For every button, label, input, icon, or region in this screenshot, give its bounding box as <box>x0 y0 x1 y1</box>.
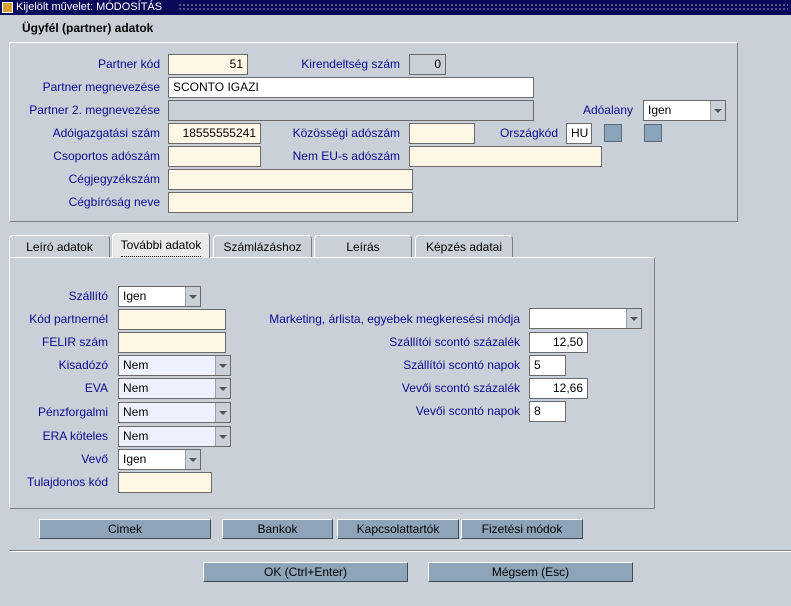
supplier-select[interactable]: Igen <box>118 286 201 307</box>
partner-name2-label: Partner 2. megnevezése <box>29 103 160 117</box>
country-code-label: Országkód <box>499 126 558 140</box>
tab-tovabbi-adatok[interactable]: További adatok <box>112 233 210 258</box>
customer-discount-days-input[interactable]: 8 <box>529 401 566 422</box>
branch-number-label: Kirendeltség szám <box>301 57 400 71</box>
tax-subject-label: Adóalany <box>582 103 633 117</box>
footer-divider <box>9 550 791 552</box>
partner-name-label: Partner megnevezése <box>42 80 160 94</box>
marketing-label: Marketing, árlista, egyebek megkeresési … <box>269 312 520 326</box>
supplier-discount-pct-label: Szállítói scontó százalék <box>389 335 520 349</box>
company-reg-label: Cégjegyzékszám <box>68 172 160 186</box>
marketing-select[interactable] <box>529 308 642 329</box>
addresses-button[interactable]: Cimek <box>39 519 211 539</box>
banks-button[interactable]: Bankok <box>222 519 333 539</box>
small-taxpayer-select[interactable]: Nem <box>118 355 231 376</box>
customer-discount-pct-input[interactable]: 12,66 <box>529 378 588 399</box>
titlebar-pattern <box>178 3 788 12</box>
cash-accounting-label: Pénzforgalmi <box>37 405 108 419</box>
supplier-discount-days-label: Szállítói scontó napok <box>403 358 520 372</box>
community-tax-input[interactable] <box>409 123 475 144</box>
chevron-down-icon[interactable] <box>185 450 200 469</box>
era-select[interactable]: Nem <box>118 426 231 447</box>
partner-code-label: Partner kód <box>97 57 160 71</box>
window-title: Kijelölt művelet: MÓDOSÍTÁS <box>16 1 163 13</box>
eva-select[interactable]: Nem <box>118 378 231 399</box>
chevron-down-icon[interactable] <box>185 287 200 306</box>
community-tax-label: Közösségi adószám <box>292 126 400 140</box>
tax-subject-value: Igen <box>648 103 672 117</box>
country-code-input[interactable]: HU <box>566 123 592 144</box>
small-taxpayer-label: Kisadózó <box>58 358 108 372</box>
chevron-down-icon[interactable] <box>710 101 725 120</box>
customer-select[interactable]: Igen <box>118 449 201 470</box>
country-lookup-button[interactable] <box>604 124 622 142</box>
company-reg-input[interactable] <box>168 169 413 190</box>
tab-szamlazashoz[interactable]: Számlázáshoz <box>213 235 312 257</box>
cash-accounting-select[interactable]: Nem <box>118 402 231 423</box>
customer-discount-days-label: Vevői scontó napok <box>415 404 520 418</box>
group-tax-label: Csoportos adószám <box>53 149 160 163</box>
tab-leiras[interactable]: Leírás <box>314 235 412 257</box>
ok-button[interactable]: OK (Ctrl+Enter) <box>203 562 408 582</box>
payment-methods-button[interactable]: Fizetési módok <box>461 519 583 539</box>
owner-code-label: Tulajdonos kód <box>27 475 108 489</box>
supplier-discount-pct-input[interactable]: 12,50 <box>529 332 588 353</box>
chevron-down-icon[interactable] <box>215 427 230 446</box>
partner-name-input[interactable]: SCONTO IGAZI <box>168 77 534 98</box>
partner-code-input[interactable]: 51 <box>168 54 248 75</box>
court-name-input[interactable] <box>168 192 413 213</box>
partner-name2-input <box>168 100 534 121</box>
tax-admin-number-input[interactable]: 18555555241 <box>168 123 261 144</box>
non-eu-tax-input[interactable] <box>409 146 602 167</box>
window-titlebar: Kijelölt művelet: MÓDOSÍTÁS <box>0 0 791 15</box>
partner-code-at-label: Kód partnernél <box>29 312 108 326</box>
chevron-down-icon[interactable] <box>215 403 230 422</box>
era-label: ERA köteles <box>42 429 108 443</box>
contacts-button[interactable]: Kapcsolattartók <box>337 519 459 539</box>
owner-code-input[interactable] <box>118 472 212 493</box>
felir-input[interactable] <box>118 332 226 353</box>
app-icon <box>2 2 13 13</box>
non-eu-tax-label: Nem EU-s adószám <box>292 149 400 163</box>
supplier-label: Szállító <box>68 289 108 303</box>
chevron-down-icon[interactable] <box>215 379 230 398</box>
group-tax-input[interactable] <box>168 146 261 167</box>
customer-label: Vevő <box>81 452 108 466</box>
tab-leiro-adatok[interactable]: Leíró adatok <box>9 235 110 257</box>
felir-label: FELIR szám <box>41 335 108 349</box>
chevron-down-icon[interactable] <box>215 356 230 375</box>
chevron-down-icon[interactable] <box>626 309 641 328</box>
tax-admin-number-label: Adóigazgatási szám <box>52 126 160 140</box>
cancel-button[interactable]: Mégsem (Esc) <box>428 562 633 582</box>
eva-label: EVA <box>84 381 108 395</box>
extra-lookup-button[interactable] <box>644 124 662 142</box>
page-title: Ügyfél (partner) adatok <box>22 21 154 35</box>
customer-discount-pct-label: Vevői scontó százalék <box>401 381 520 395</box>
supplier-discount-days-input[interactable]: 5 <box>529 355 566 376</box>
branch-number-input: 0 <box>409 54 446 75</box>
tab-kepzes-adatai[interactable]: Képzés adatai <box>415 235 513 257</box>
partner-code-at-input[interactable] <box>118 309 226 330</box>
tax-subject-select[interactable]: Igen <box>643 100 726 121</box>
court-name-label: Cégbíróság neve <box>68 195 160 209</box>
